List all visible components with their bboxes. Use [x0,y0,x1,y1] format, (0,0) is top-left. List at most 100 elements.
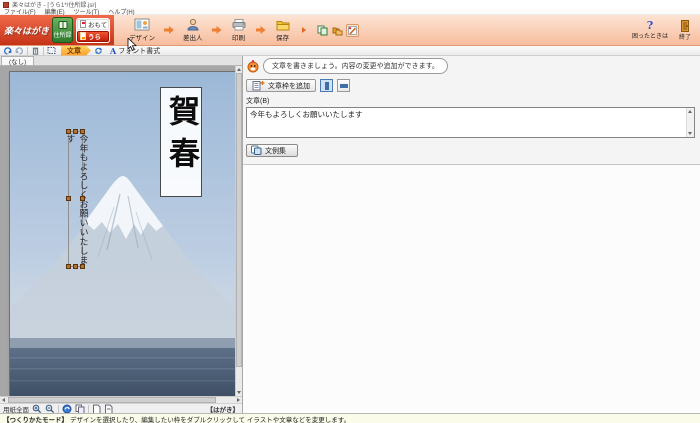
edit-mode-button[interactable] [346,24,359,37]
scroll-down-icon[interactable] [236,389,242,396]
back-side-button[interactable]: うら [77,31,109,42]
resize-handle[interactable] [66,196,71,201]
horizontal-text-toggle[interactable] [337,79,350,92]
refresh-icon [94,46,103,55]
vertical-scrollbar[interactable] [235,66,242,396]
vertical-text-toggle[interactable] [320,79,333,92]
horizontal-scroll-thumb[interactable] [8,397,216,403]
fit-page-label: 用紙全面 [3,404,29,414]
flow-arrow-icon [164,26,174,34]
vertical-scroll-thumb[interactable] [236,73,242,367]
design-tab[interactable]: (なし) [1,56,34,65]
sender-button[interactable]: 差出人 [180,17,206,43]
undo-icon [3,46,12,55]
message-frame-selected[interactable]: 今年もよろしくお願いいたします [68,131,83,267]
resize-handle[interactable] [73,264,78,269]
app-logo: 楽々はがき [4,24,49,37]
exit-button[interactable]: 終了 [679,20,691,41]
sender-label: 差出人 [183,32,203,42]
front-side-button[interactable]: おもて [77,19,109,30]
message-textarea[interactable]: 今年もよろしくお願いいたします [246,107,695,138]
undo-button[interactable] [3,46,12,56]
resize-handle[interactable] [80,264,85,269]
status-bar: 【つくりかたモード】 デザインを選択したり、編集したい枠をダブルクリックして イ… [0,413,700,423]
font-format-icon: A [110,46,116,56]
folders-button[interactable] [331,24,344,37]
design-button[interactable]: デザイン [126,17,158,43]
trash-icon [31,46,40,55]
front-side-label: おもて [88,19,107,29]
scroll-right-icon[interactable] [235,397,242,403]
zoom-out-icon[interactable] [45,404,55,414]
horizontal-text-icon [340,84,348,88]
horizontal-scrollbar[interactable] [0,396,242,403]
resize-handle[interactable] [73,129,78,134]
sender-icon [185,18,201,31]
copy-design-button[interactable] [316,24,329,37]
edit-panel: 文章を書きましょう。内容の変更や追加ができます。 文章枠を追加 文章(B) 今年… [242,56,700,413]
front-card-icon [80,20,86,28]
next-page-icon[interactable] [104,404,113,414]
font-format-button[interactable]: A フォント書式 [106,46,164,56]
postcard-preview[interactable]: 賀春 今年もよろしくお願いいたします [10,72,237,396]
preview-pane: (なし) [0,56,242,413]
add-frame-row: 文章枠を追加 [243,74,700,92]
delete-frame-button[interactable] [31,46,40,56]
add-frame-icon [252,80,265,91]
tab-text-mode[interactable]: 文章 [61,46,91,56]
paper-type-label: 【はがき】 [207,404,240,414]
select-frame-button[interactable] [47,46,56,56]
save-button[interactable]: 保存 [272,17,294,43]
textarea-scrollbar[interactable] [686,108,694,137]
select-frame-icon [47,46,56,55]
font-format-label: フォント書式 [118,46,160,56]
folders-icon [332,25,343,36]
sample-phrases-icon [251,145,262,156]
resize-handle[interactable] [80,196,85,201]
help-button[interactable]: ? 困ったときは [632,20,668,40]
add-text-frame-button[interactable]: 文章枠を追加 [246,79,316,92]
fuji-photo [10,72,237,396]
zoom-in-icon[interactable] [32,404,42,414]
sample-phrases-button[interactable]: 文例集 [246,144,298,157]
add-frame-label: 文章枠を追加 [268,81,310,91]
mascot-icon [246,59,260,73]
save-label: 保存 [276,32,289,42]
toolbar-separator [88,405,89,413]
title-bar: 楽々はがき - [うら1*/住所録.jsr] [0,0,700,8]
resize-handle[interactable] [80,129,85,134]
print-button[interactable]: 印刷 [228,17,250,43]
greeting-frame[interactable]: 賀春 [160,87,202,197]
edit-toolbar: 文章 A フォント書式 [0,46,700,56]
message-textarea-value: 今年もよろしくお願いいたします [250,110,363,119]
app-window: 楽々はがき - [うら1*/住所録.jsr] ファイル(F) 編集(E) ツール… [0,0,700,423]
scroll-left-icon[interactable] [0,397,7,403]
card-canvas: 賀春 今年もよろしくお願いいたします [0,66,242,396]
edit-pencil-icon [347,25,358,36]
vertical-text-icon [325,82,329,90]
guide-row: 文章を書きましょう。内容の変更や追加ができます。 [243,56,700,74]
panel-empty-area [243,165,700,413]
address-book-icon [58,21,68,29]
back-side-label: うら [88,31,101,41]
refresh-button[interactable] [94,46,103,56]
redo-icon [15,46,24,55]
status-mode-label: 【つくりかたモード】 [3,414,68,423]
scroll-up-icon[interactable] [236,66,242,73]
zoom-toolbar: 用紙全面 【はがき】 [0,403,242,413]
resize-handle[interactable] [66,264,71,269]
copy-page-icon[interactable] [75,404,85,414]
scroll-down-icon[interactable] [687,130,693,137]
print-label: 印刷 [232,32,245,42]
address-book-button[interactable]: 住所録 [52,17,73,43]
design-icon [134,18,150,31]
view-mode-icon[interactable] [62,404,72,414]
prev-page-icon[interactable] [92,404,101,414]
design-tab-row: (なし) [0,56,242,66]
toolbar-separator [27,47,28,55]
toolbar-separator [58,405,59,413]
resize-handle[interactable] [66,129,71,134]
back-card-icon [80,32,86,40]
redo-button[interactable] [15,46,24,56]
scroll-up-icon[interactable] [687,108,693,115]
